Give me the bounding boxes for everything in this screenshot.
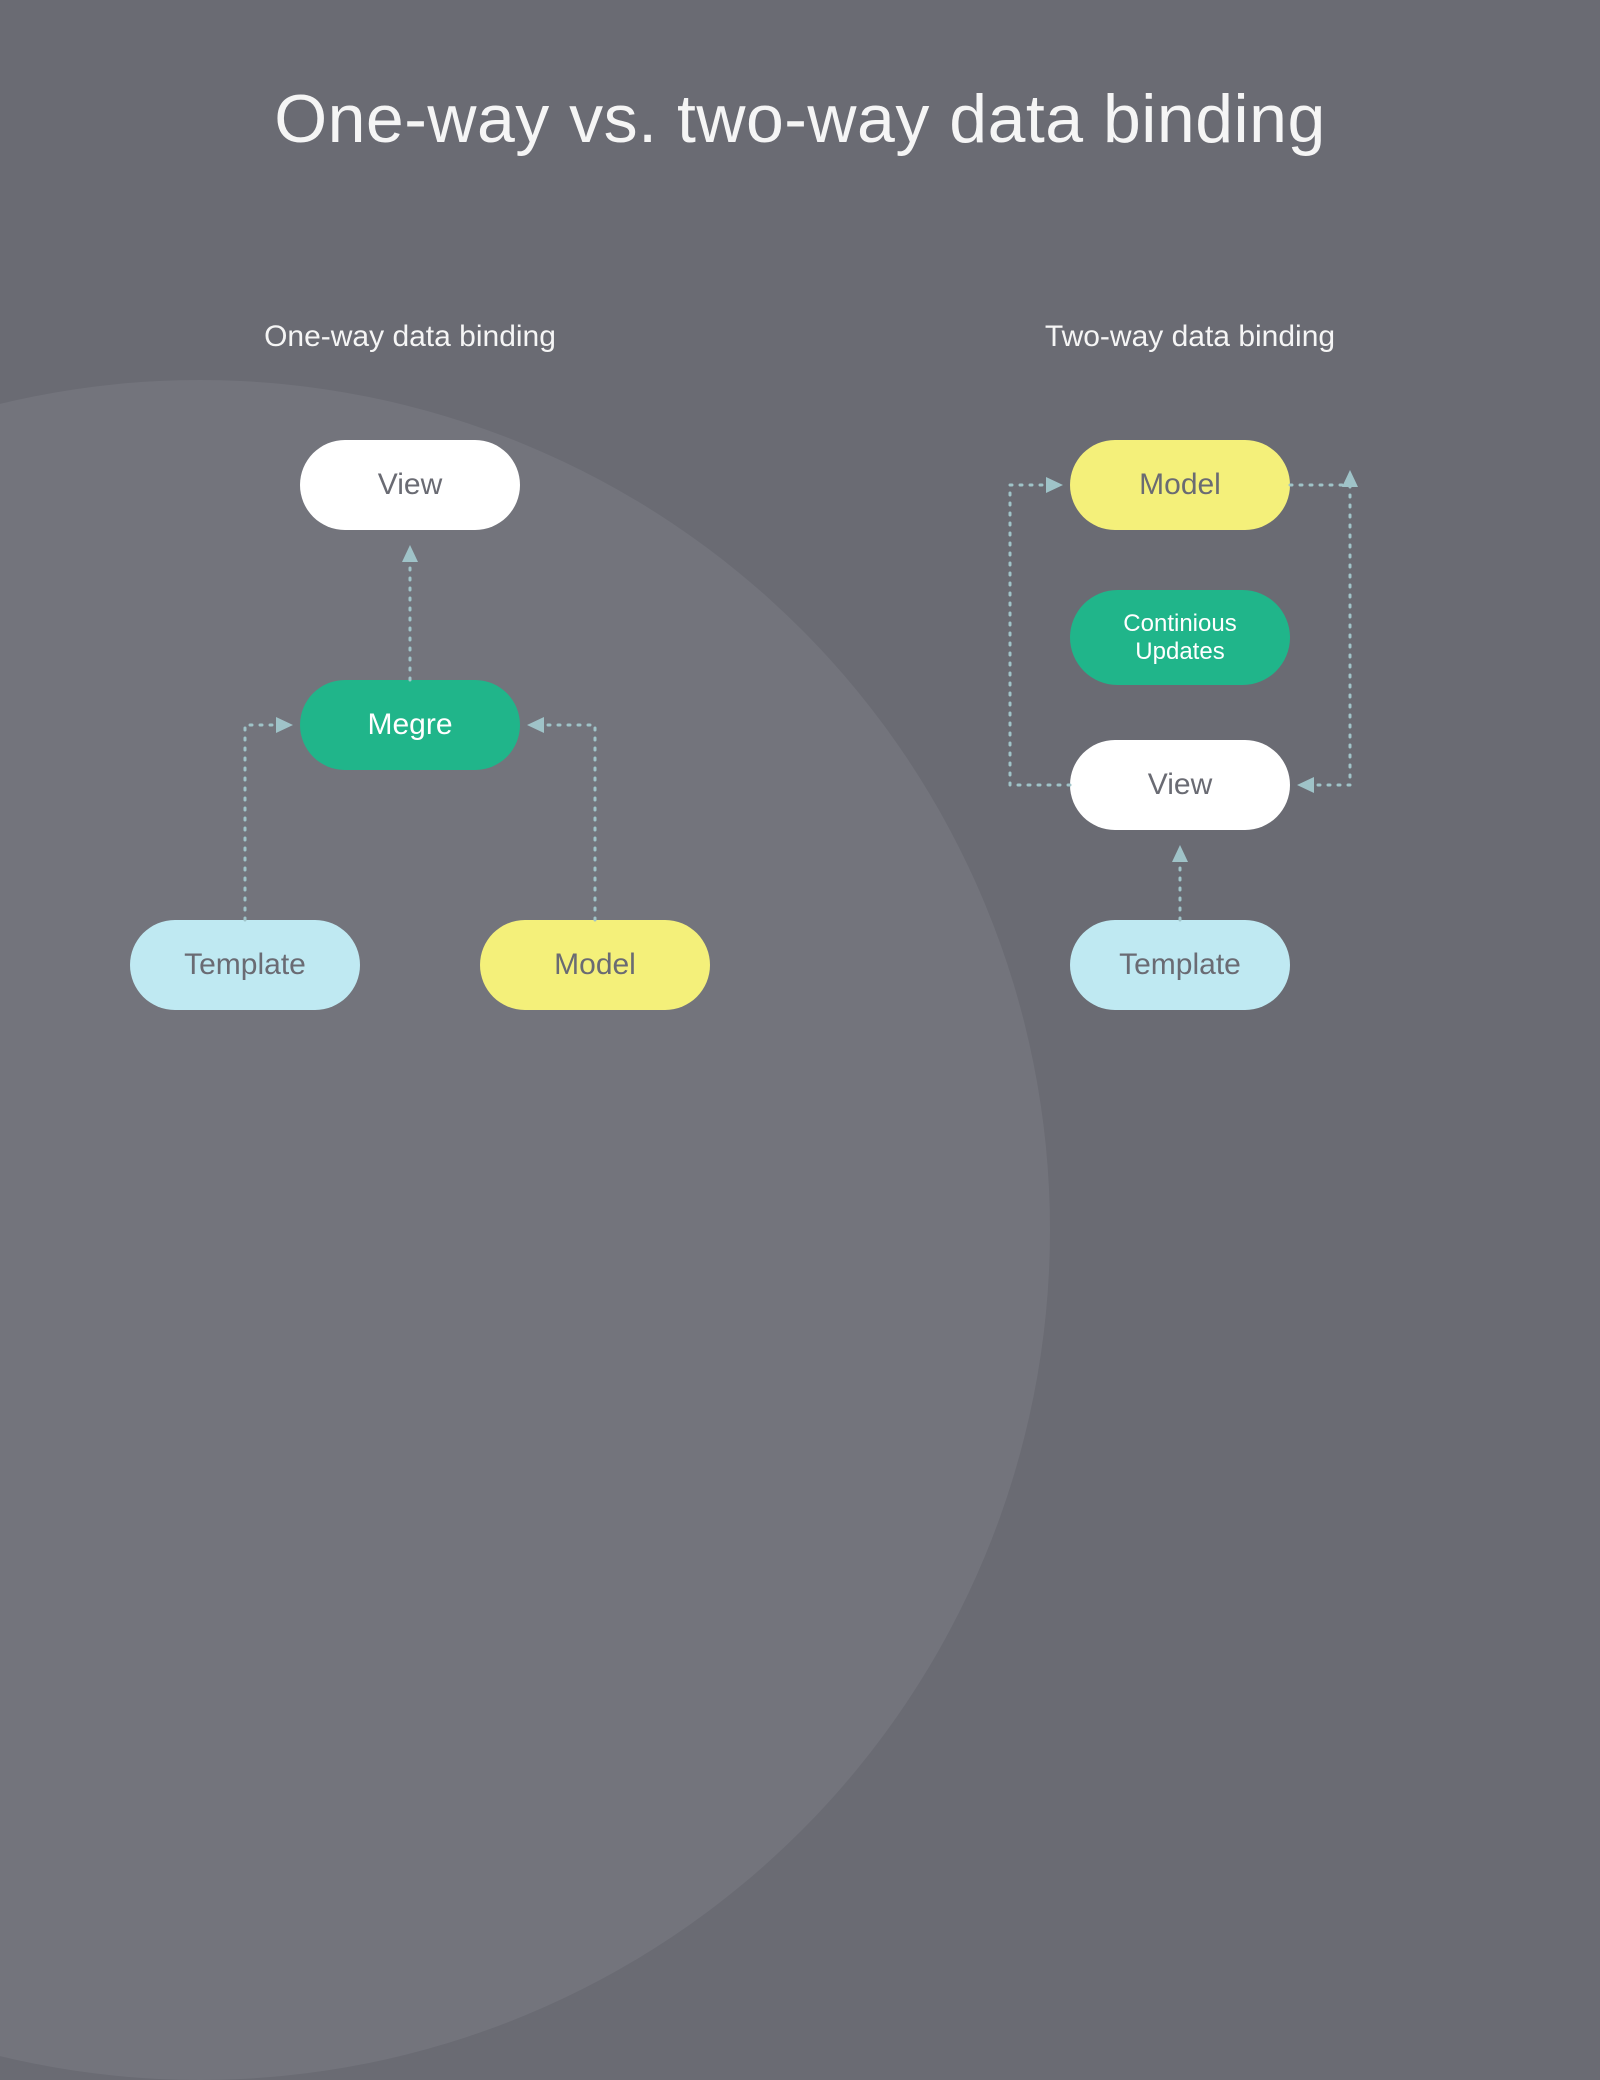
right-updates-label: Continious Updates: [1090, 610, 1270, 665]
left-view-label: View: [378, 468, 442, 503]
right-updates-node: Continious Updates: [1070, 590, 1290, 685]
left-merge-node: Megre: [300, 680, 520, 770]
left-heading: One-way data binding: [140, 320, 680, 354]
background-circle: [0, 380, 1050, 2080]
arrowhead-up-icon: [1342, 470, 1358, 487]
left-view-node: View: [300, 440, 520, 530]
right-template-label: Template: [1119, 948, 1241, 983]
arrowhead-right-icon: [1046, 477, 1063, 493]
arrow-view-to-model: [1010, 485, 1070, 785]
right-heading: Two-way data binding: [920, 320, 1460, 354]
right-view-node: View: [1070, 740, 1290, 830]
left-template-label: Template: [184, 948, 306, 983]
right-view-label: View: [1148, 768, 1212, 803]
arrow-model-to-view: [1290, 485, 1350, 785]
left-template-node: Template: [130, 920, 360, 1010]
arrowhead-up-icon: [1172, 845, 1188, 862]
right-model-label: Model: [1139, 468, 1221, 503]
right-model-node: Model: [1070, 440, 1290, 530]
left-model-label: Model: [554, 948, 636, 983]
arrowhead-left-icon: [1297, 777, 1314, 793]
diagram-title: One-way vs. two-way data binding: [0, 80, 1600, 158]
left-merge-label: Megre: [367, 708, 452, 743]
left-model-node: Model: [480, 920, 710, 1010]
right-template-node: Template: [1070, 920, 1290, 1010]
